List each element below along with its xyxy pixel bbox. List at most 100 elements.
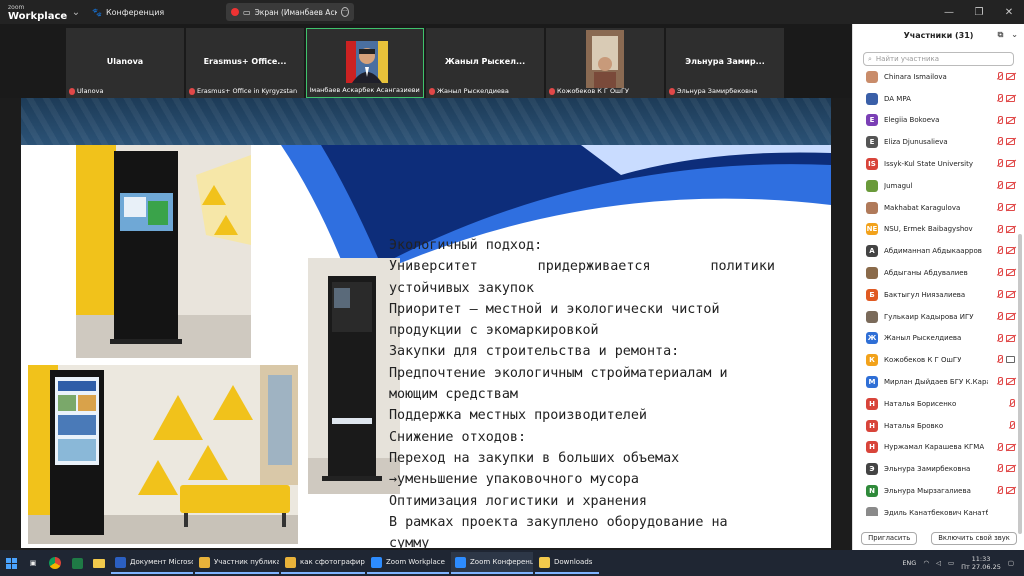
meeting-tab[interactable]: 🐾 Конференция bbox=[86, 8, 164, 17]
language-indicator[interactable]: ENG bbox=[902, 559, 916, 567]
system-tray: ENG ◠ ◁ ▭ 11:33 Пт 27.06.25 ▢ bbox=[902, 550, 1024, 576]
panel-scrollbar[interactable] bbox=[1018, 234, 1022, 534]
battery-icon[interactable]: ▭ bbox=[948, 559, 954, 567]
video-tile[interactable]: Эльнура Замир... Эльнура Замирбековна bbox=[666, 28, 784, 98]
participant-row[interactable]: М Мирлан Дыйдаев БГУ К.Карас... bbox=[853, 371, 1017, 393]
mic-muted-icon bbox=[996, 224, 1003, 234]
slide-text-block: Экологичный подход: Университет придержи… bbox=[389, 235, 775, 554]
participant-row[interactable]: Н Нуржамал Карашева КГМА bbox=[853, 437, 1017, 459]
popout-icon[interactable]: ⧉ bbox=[998, 30, 1004, 40]
mic-off-icon bbox=[669, 87, 675, 95]
meeting-label: Конференция bbox=[105, 7, 165, 17]
participant-row[interactable]: Н Наталья Бровко bbox=[853, 415, 1017, 437]
mic-muted-icon bbox=[996, 93, 1003, 103]
avatar: Э bbox=[866, 463, 878, 476]
more-icon[interactable]: ··· bbox=[340, 7, 349, 17]
screen-share-indicator[interactable]: ▭ Экран (Иманбаев Аскарбек ··· bbox=[226, 3, 354, 21]
camera-off-icon bbox=[1006, 138, 1015, 146]
minimize-button[interactable]: — bbox=[934, 0, 964, 24]
app-label: Участник публикац... bbox=[214, 558, 279, 566]
participant-row[interactable]: Б Бактыгул Ниязалиева bbox=[853, 284, 1017, 306]
slide-line: Предпочтение экологичным стройматериалам… bbox=[389, 365, 728, 381]
avatar: NE bbox=[866, 223, 878, 236]
taskbar-app-button[interactable]: Zoom Конференция bbox=[451, 552, 533, 574]
participant-row[interactable]: Абдыганы Абдувалиев bbox=[853, 262, 1017, 284]
camera-off-icon bbox=[1006, 465, 1015, 473]
explorer-icon[interactable] bbox=[88, 550, 110, 576]
participant-row[interactable]: Ж Жаныл Рыскелдиева bbox=[853, 328, 1017, 350]
participant-row[interactable]: Makhabat Karagulova bbox=[853, 197, 1017, 219]
invite-button[interactable]: Пригласить bbox=[861, 531, 918, 545]
avatar: М bbox=[866, 376, 878, 389]
video-tile[interactable]: Ulanova Ulanova bbox=[66, 28, 184, 98]
participant-row[interactable]: Эдиль Канатбекович Канатбеков bbox=[853, 502, 1017, 516]
participant-row[interactable]: Chinara Ismailova bbox=[853, 66, 1017, 88]
participant-name: Chinara Ismailova bbox=[884, 72, 947, 81]
taskbar-app-button[interactable]: Участник публикац... bbox=[195, 552, 279, 574]
participant-row[interactable]: NE NSU, Ermek Baibagyshov bbox=[853, 219, 1017, 241]
mic-muted-icon bbox=[996, 355, 1003, 364]
participant-row[interactable]: E Eliza Djunusalieva bbox=[853, 131, 1017, 153]
avatar: Н bbox=[866, 397, 878, 410]
slide-line: устойчивых закупок bbox=[389, 280, 535, 296]
excel-icon[interactable] bbox=[66, 550, 88, 576]
participant-row[interactable]: N Эльнура Мырзагалиева bbox=[853, 480, 1017, 502]
participant-row[interactable]: К Кожобеков К Г ОшГУ bbox=[853, 349, 1017, 371]
clock[interactable]: 11:33 Пт 27.06.25 bbox=[961, 555, 1001, 571]
kiosk-photo-3 bbox=[308, 258, 400, 494]
participant-row[interactable]: IS Issyk-Kul State University bbox=[853, 153, 1017, 175]
start-button[interactable] bbox=[0, 550, 22, 576]
video-tile[interactable]: Жаныл Рыскел... Жаныл Рыскелдиева bbox=[426, 28, 544, 98]
participant-row[interactable]: Гулькаир Кадырова ИГУ bbox=[853, 306, 1017, 328]
avatar bbox=[866, 267, 878, 280]
participant-row[interactable]: Э Эльнура Замирбековна bbox=[853, 458, 1017, 480]
video-tile[interactable]: Erasmus+ Office... Erasmus+ Office in Ky… bbox=[186, 28, 304, 98]
chevron-down-icon[interactable]: ⌄ bbox=[66, 7, 86, 18]
close-button[interactable]: ✕ bbox=[994, 0, 1024, 24]
tile-name: Эльнура Замир... bbox=[685, 57, 765, 66]
mic-muted-icon bbox=[996, 268, 1003, 277]
slide-line: В рамках проекта закуплено оборудование … bbox=[389, 514, 728, 530]
close-panel-icon[interactable]: ⌄ bbox=[1011, 30, 1018, 40]
notifications-icon[interactable]: ▢ bbox=[1008, 559, 1014, 567]
taskbar-app-button[interactable]: как сфотографиров... bbox=[281, 552, 365, 574]
restore-button[interactable]: ❐ bbox=[964, 0, 994, 24]
stop-share-icon[interactable] bbox=[231, 8, 239, 16]
wifi-icon[interactable]: ◠ bbox=[923, 559, 929, 567]
mic-off-icon bbox=[549, 87, 555, 95]
video-tile-active-speaker[interactable]: Иманбаев Аскарбек Асангазиевич bbox=[306, 28, 424, 98]
participant-name: Issyk-Kul State University bbox=[884, 160, 973, 169]
participant-search-input[interactable]: ⌕ Найти участника bbox=[863, 52, 1014, 66]
avatar: E bbox=[866, 114, 878, 127]
participant-row[interactable]: Jumagul bbox=[853, 175, 1017, 197]
participant-row[interactable]: А Абдиманнап Абдыкаарров bbox=[853, 240, 1017, 262]
taskbar-app-button[interactable]: Документ Microsoft ... bbox=[111, 552, 193, 574]
app-label: как сфотографиров... bbox=[300, 558, 365, 566]
panel-header: Участники (31) ⧉ ⌄ bbox=[853, 24, 1024, 46]
video-tile[interactable]: Кожобеков К Г ОшГУ bbox=[546, 28, 664, 98]
taskbar-app-button[interactable]: Zoom Workplace bbox=[367, 552, 449, 574]
participant-row[interactable]: Н Наталья Борисенко bbox=[853, 393, 1017, 415]
app-icon bbox=[455, 556, 466, 568]
tile-label: Erasmus+ Office in Kyrgyzstan bbox=[197, 87, 298, 95]
camera-off-icon bbox=[1006, 225, 1015, 233]
taskbar-app-button[interactable]: Downloads bbox=[535, 552, 599, 574]
participant-list[interactable]: Chinara Ismailova DA MPA E Elegiia Bokoeva E… bbox=[853, 66, 1017, 516]
mic-muted-icon bbox=[996, 289, 1003, 299]
tile-name: Ulanova bbox=[106, 57, 144, 66]
participant-row[interactable]: DA MPA bbox=[853, 88, 1017, 110]
participant-row[interactable]: E Elegiia Bokoeva bbox=[853, 110, 1017, 132]
unmute-self-button[interactable]: Включить свой звук bbox=[931, 531, 1017, 545]
mic-muted-icon bbox=[996, 180, 1003, 190]
participant-name: Абдыганы Абдувалиев bbox=[884, 269, 968, 278]
windows-taskbar: ▣ Документ Microsoft ... Участник публика… bbox=[0, 550, 1024, 576]
slide-line: →уменьшение упаковочного мусора bbox=[389, 472, 639, 488]
camera-off-icon bbox=[1006, 73, 1015, 80]
chrome-icon[interactable] bbox=[44, 550, 66, 576]
search-placeholder: Найти участника bbox=[875, 55, 940, 63]
slide-line: Оптимизация логистики и хранения bbox=[389, 493, 647, 509]
avatar bbox=[866, 179, 878, 192]
volume-icon[interactable]: ◁ bbox=[936, 559, 941, 567]
mic-muted-icon bbox=[996, 202, 1003, 212]
task-view-icon[interactable]: ▣ bbox=[22, 550, 44, 576]
